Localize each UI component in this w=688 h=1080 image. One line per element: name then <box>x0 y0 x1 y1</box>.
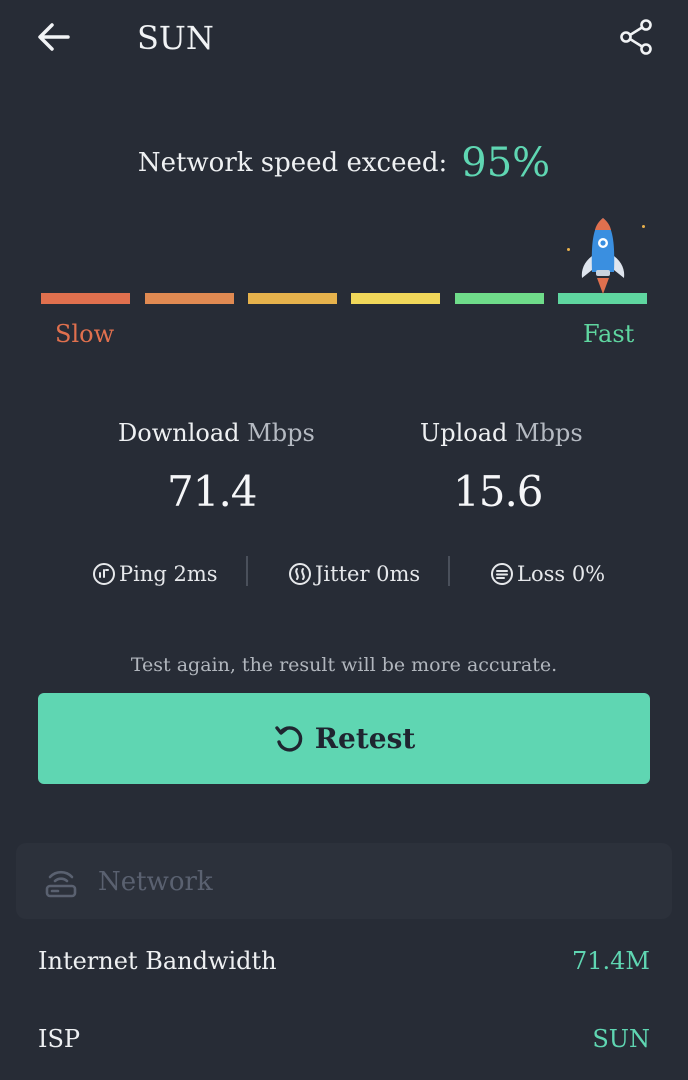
retest-button[interactable]: Retest <box>38 693 650 784</box>
download-value: 71.4 <box>167 467 258 516</box>
slow-label: Slow <box>55 320 115 348</box>
scale-segment <box>455 293 544 304</box>
ping-icon <box>93 563 115 585</box>
download-unit: Mbps <box>247 419 315 447</box>
upload-label: Upload Mbps <box>420 416 583 450</box>
upload-value: 15.6 <box>453 467 544 516</box>
loss-stat: Loss 0% <box>490 558 605 590</box>
network-section-label: Network <box>98 867 213 897</box>
scale-segment <box>145 293 234 304</box>
sparkle-decoration <box>642 225 645 228</box>
speed-rating-label: Network speed exceed: <box>137 148 448 178</box>
router-icon <box>45 870 77 898</box>
fast-label: Fast <box>583 320 635 348</box>
upload-label-text: Upload <box>420 419 508 447</box>
isp-label: ISP <box>38 1025 81 1053</box>
page-title: SUN <box>137 19 214 57</box>
retest-label: Retest <box>314 722 416 755</box>
jitter-icon <box>289 563 311 585</box>
bandwidth-value: 71.4M <box>571 947 650 975</box>
ping-text: Ping 2ms <box>119 562 218 586</box>
back-button[interactable] <box>30 16 78 60</box>
scale-segment <box>351 293 440 304</box>
share-icon <box>620 19 652 55</box>
share-button[interactable] <box>610 14 660 62</box>
scale-segment <box>41 293 130 304</box>
download-label: Download Mbps <box>118 416 315 450</box>
ping-stat: Ping 2ms <box>92 558 218 590</box>
jitter-stat: Jitter 0ms <box>288 558 420 590</box>
jitter-text: Jitter 0ms <box>315 562 421 586</box>
upload-unit: Mbps <box>515 419 583 447</box>
download-label-text: Download <box>118 419 240 447</box>
scale-segment <box>248 293 337 304</box>
network-section-header: Network <box>44 860 213 904</box>
sparkle-decoration <box>567 248 570 251</box>
stat-divider <box>448 556 450 586</box>
bandwidth-label: Internet Bandwidth <box>38 947 277 975</box>
loss-text: Loss 0% <box>517 562 606 586</box>
speed-rating-value: 95% <box>461 140 551 186</box>
retry-icon <box>275 725 302 752</box>
stat-divider <box>246 556 248 586</box>
isp-value: SUN <box>592 1025 650 1053</box>
speed-rating: Network speed exceed: 95% <box>0 140 688 186</box>
arrow-left-icon <box>38 23 70 51</box>
loss-icon <box>491 563 513 585</box>
retest-hint: Test again, the result will be more accu… <box>130 654 558 676</box>
rocket-icon <box>576 212 630 296</box>
